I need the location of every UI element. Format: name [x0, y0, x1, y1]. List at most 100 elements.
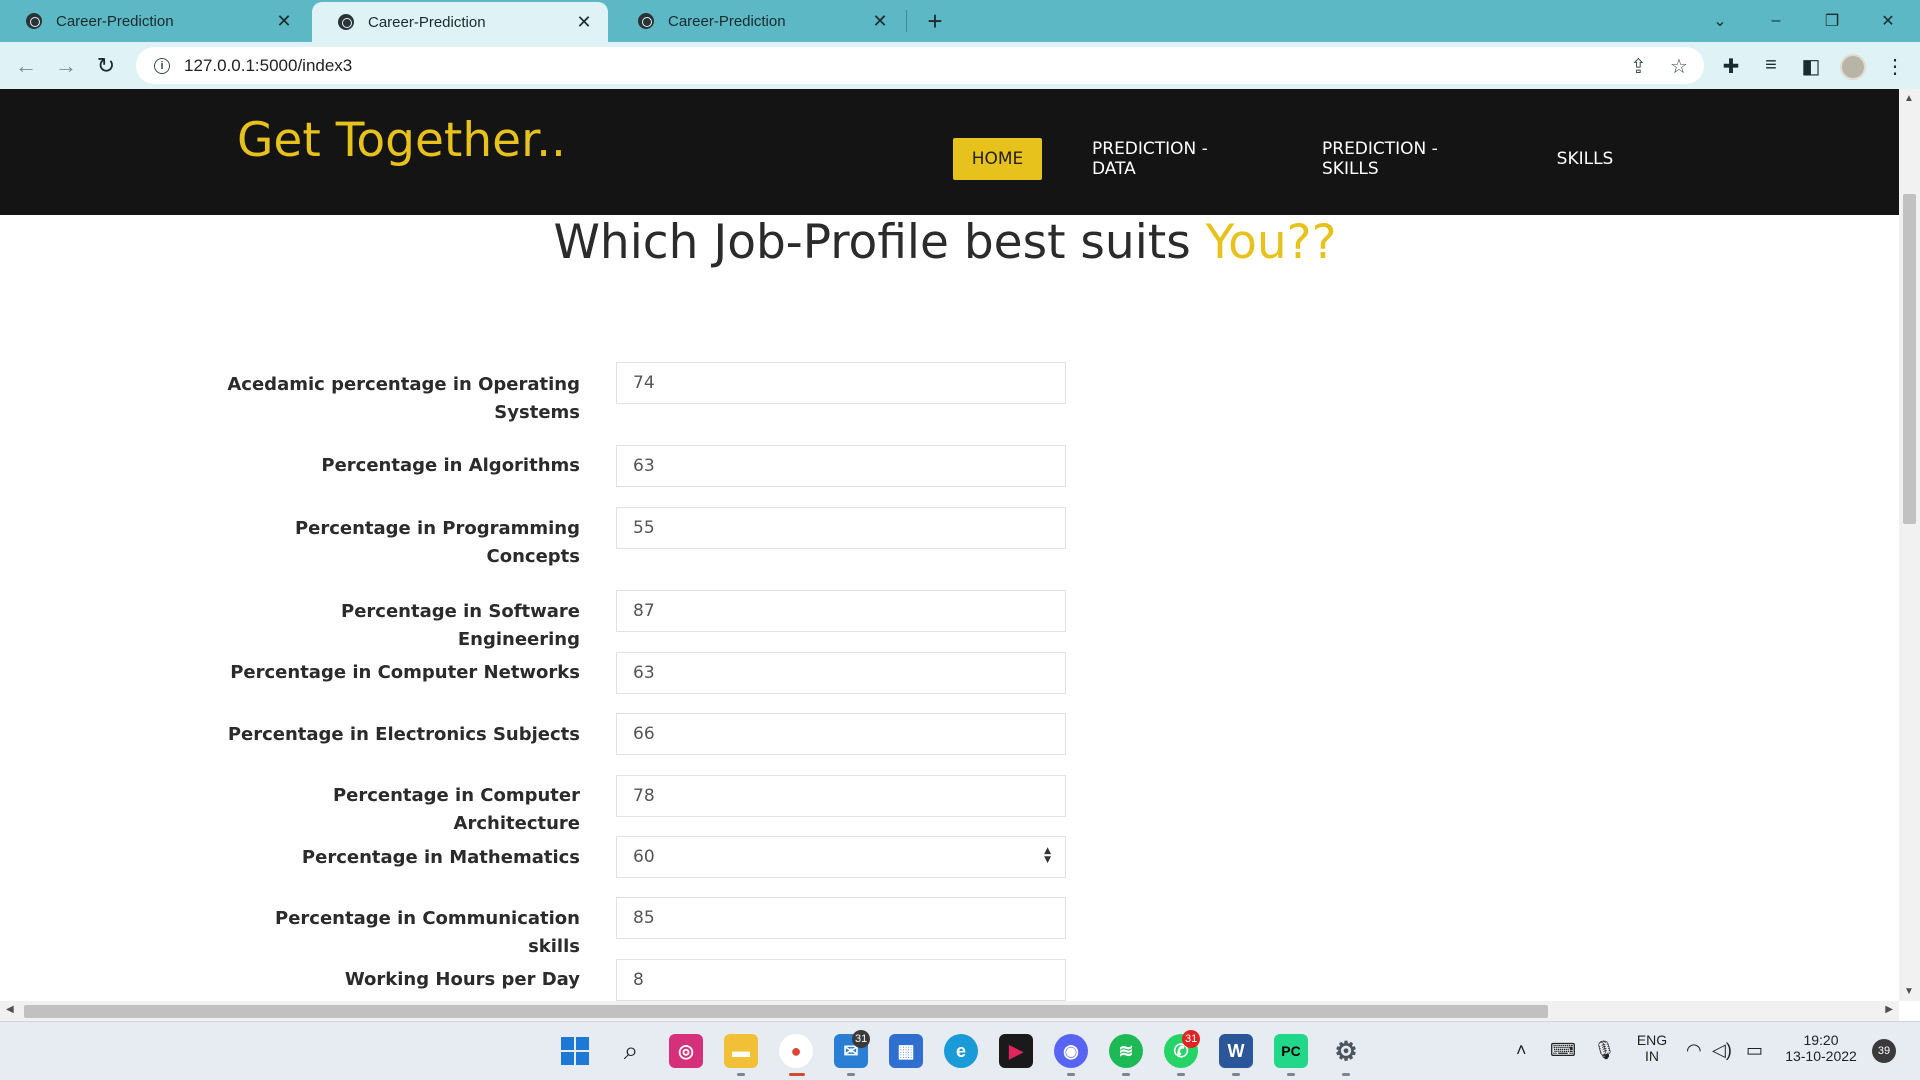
reload-button[interactable]: ↻ [90, 50, 122, 82]
screen: Career-Prediction ✕ Career-Prediction ✕ … [0, 0, 1920, 1080]
headline-text: Which Job-Profile best suits [553, 215, 1191, 270]
site-brand[interactable]: Get Together.. [237, 113, 566, 168]
back-button[interactable]: ← [10, 50, 42, 82]
mathematics-input[interactable]: 60 ▲ ▼ [616, 836, 1066, 878]
share-icon[interactable]: ⇪ [1630, 54, 1647, 79]
running-indicator [1342, 1073, 1350, 1076]
media-app-icon[interactable]: ▶ [999, 1034, 1033, 1068]
pycharm-icon[interactable]: PC [1274, 1034, 1308, 1068]
forward-button[interactable]: → [50, 50, 82, 82]
site-info-icon[interactable]: i [154, 57, 170, 74]
running-indicator [847, 1073, 855, 1076]
page-headline: Which Job-Profile best suits You?? [0, 215, 1890, 270]
horizontal-scrollbar[interactable]: ◀ ▶ [0, 1001, 1899, 1021]
clock[interactable]: 19:20 13-10-2022 [1776, 1032, 1866, 1064]
close-icon[interactable]: ✕ [870, 11, 890, 32]
software-engineering-input[interactable]: 87 [616, 590, 1066, 632]
scroll-left-icon[interactable]: ◀ [6, 1004, 14, 1015]
browser-toolbar: ← → ↻ i 127.0.0.1:5000/index3 ⇪ ☆ ✚ ≡ ◧ … [0, 42, 1920, 89]
side-panel-icon[interactable]: ◧ [1798, 54, 1824, 79]
spotify-icon[interactable]: ≋ [1109, 1034, 1143, 1068]
nav-prediction-data[interactable]: PREDICTION - DATA [1074, 138, 1272, 180]
running-indicator [1067, 1073, 1075, 1076]
file-explorer-icon[interactable]: ▬ [724, 1034, 758, 1068]
profile-avatar[interactable] [1840, 54, 1866, 80]
field-label: Working Hours per Day [344, 969, 580, 990]
browser-tab-1[interactable]: Career-Prediction ✕ [0, 0, 308, 42]
field-label: Percentage in Computer Architecture [332, 785, 580, 834]
close-icon[interactable]: ✕ [574, 12, 594, 33]
nav-skills[interactable]: SKILLS [1540, 138, 1630, 180]
algorithms-input[interactable]: 63 [616, 445, 1066, 487]
media-control-icon[interactable]: ≡ [1758, 54, 1784, 77]
store-icon[interactable]: ▦ [889, 1034, 923, 1068]
browser-menu-icon[interactable]: ⋮ [1882, 54, 1908, 79]
running-indicator [1287, 1073, 1295, 1076]
horizontal-scroll-thumb[interactable] [24, 1005, 1548, 1018]
url-text: 127.0.0.1:5000/index3 [184, 55, 353, 75]
battery-icon[interactable]: ▭ [1746, 1040, 1763, 1061]
show-hidden-icons-icon[interactable]: ˄ [1516, 1040, 1527, 1061]
windows-taskbar: ⌕ ◎ ▬ ● ✉ 31 ▦ e ▶ ◉ ≋ ✆ 31 W PC ⚙ ˄ ⌨ 🎙… [0, 1021, 1920, 1080]
field-label: Percentage in Electronics Subjects [227, 724, 580, 745]
mathematics-value: 60 [633, 847, 655, 867]
vertical-scrollbar[interactable]: ▲ ▼ [1899, 89, 1920, 1001]
discord-icon[interactable]: ◉ [1054, 1034, 1088, 1068]
tab-separator [906, 10, 907, 32]
keyboard-icon[interactable]: ⌨ [1550, 1040, 1576, 1061]
running-indicator [1232, 1073, 1240, 1076]
minimize-button[interactable]: – [1748, 0, 1804, 42]
scroll-up-icon[interactable]: ▲ [1904, 93, 1914, 104]
restore-button[interactable]: ❐ [1804, 0, 1860, 42]
tab-title: Career-Prediction [56, 12, 174, 30]
browser-tab-2[interactable]: Career-Prediction ✕ [312, 2, 608, 42]
scroll-right-icon[interactable]: ▶ [1885, 1004, 1893, 1015]
headline-accent: You?? [1205, 215, 1337, 270]
windows-start-icon[interactable] [558, 1034, 592, 1068]
language-indicator[interactable]: ENG IN [1634, 1032, 1670, 1064]
tab-search-button[interactable]: ⌄ [1692, 0, 1748, 42]
running-indicator [737, 1073, 745, 1076]
field-label: Percentage in Programming Concepts [294, 518, 580, 567]
computer-networks-input[interactable]: 63 [616, 652, 1066, 694]
address-bar[interactable]: i 127.0.0.1:5000/index3 ⇪ ☆ [136, 47, 1704, 84]
vertical-scroll-thumb[interactable] [1903, 194, 1916, 524]
tab-title: Career-Prediction [368, 13, 486, 31]
whatsapp-badge: 31 [1182, 1030, 1201, 1048]
notification-badge[interactable]: 39 [1872, 1039, 1896, 1063]
running-indicator [1122, 1073, 1130, 1076]
nav-prediction-skills[interactable]: PREDICTION - SKILLS [1304, 138, 1510, 180]
new-tab-button[interactable]: + [920, 6, 950, 37]
window-close-button[interactable]: ✕ [1860, 0, 1916, 42]
instagram-icon[interactable]: ◎ [669, 1034, 703, 1068]
field-label: Percentage in Software Engineering [341, 601, 580, 650]
field-label: Percentage in Mathematics [301, 847, 580, 868]
electronics-subjects-input[interactable]: 66 [616, 713, 1066, 755]
programming-concepts-input[interactable]: 55 [616, 507, 1066, 549]
region-code: IN [1645, 1048, 1659, 1064]
search-icon[interactable]: ⌕ [614, 1034, 648, 1068]
extensions-icon[interactable]: ✚ [1718, 54, 1744, 79]
web-page: Get Together.. HOME PREDICTION - DATA PR… [0, 89, 1899, 1001]
communication-skills-input[interactable]: 85 [616, 897, 1066, 939]
scroll-down-icon[interactable]: ▼ [1904, 986, 1914, 997]
chrome-icon[interactable]: ● [779, 1034, 813, 1068]
browser-tab-strip: Career-Prediction ✕ Career-Prediction ✕ … [0, 0, 1920, 42]
field-label: Percentage in Computer Networks [230, 662, 580, 683]
volume-icon[interactable]: ◁) [1712, 1040, 1732, 1061]
wifi-icon[interactable]: ◠ [1686, 1040, 1702, 1061]
close-icon[interactable]: ✕ [274, 11, 294, 32]
computer-architecture-input[interactable]: 78 [616, 775, 1066, 817]
nav-home[interactable]: HOME [953, 138, 1042, 180]
operating-systems-input[interactable]: 74 [616, 362, 1066, 404]
browser-tab-3[interactable]: Career-Prediction ✕ [612, 0, 904, 42]
stepper-arrows-icon[interactable]: ▲ ▼ [1044, 847, 1051, 865]
working-hours-input[interactable]: 8 [616, 959, 1066, 1001]
field-label: Percentage in Algorithms [321, 455, 580, 476]
word-icon[interactable]: W [1219, 1034, 1253, 1068]
microphone-icon[interactable]: 🎙 [1593, 1040, 1616, 1061]
settings-gear-icon[interactable]: ⚙ [1329, 1034, 1363, 1068]
globe-icon [338, 14, 354, 30]
edge-icon[interactable]: e [944, 1034, 978, 1068]
bookmark-star-icon[interactable]: ☆ [1670, 54, 1688, 79]
